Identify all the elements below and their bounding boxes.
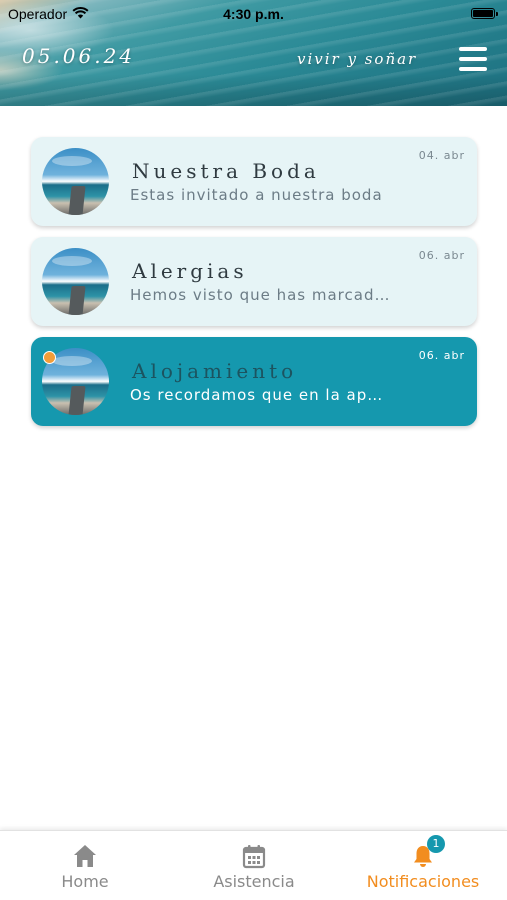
status-bar: Operador 4:30 p.m. [0,0,507,28]
battery-icon [471,8,498,19]
home-icon [72,843,98,869]
header-tagline: vivir y soñar [297,50,418,68]
tab-notificaciones[interactable]: 1 Notificaciones [358,831,488,900]
tab-notificaciones-label: Notificaciones [366,872,480,891]
notification-card[interactable]: Alergias Hemos visto que has marcad… 06.… [31,237,477,326]
notification-title: Nuestra Boda [132,159,320,183]
tab-bar: Home Asistencia 1 Notificaciones [0,830,507,900]
notification-title: Alojamiento [132,359,298,383]
notification-card[interactable]: Nuestra Boda Estas invitado a nuestra bo… [31,137,477,226]
notification-date: 06. abr [418,249,465,262]
notification-thumbnail [42,148,109,215]
tab-asistencia[interactable]: Asistencia [196,831,312,900]
notification-thumbnail [42,248,109,315]
notification-message: Estas invitado a nuestra boda [130,186,383,204]
header-banner: Operador 4:30 p.m. 05.06.24 vivir y soña… [0,0,507,106]
notification-badge: 1 [427,835,445,853]
status-time: 4:30 p.m. [223,6,284,22]
bell-icon: 1 [410,835,445,869]
tab-home-label: Home [61,872,109,891]
notification-list: Nuestra Boda Estas invitado a nuestra bo… [31,137,477,437]
tab-home[interactable]: Home [42,831,128,900]
tab-asistencia-label: Asistencia [213,872,295,891]
calendar-icon [241,843,267,869]
notification-message: Hemos visto que has marcad… [130,286,391,304]
notification-title: Alergias [132,259,248,283]
notification-message: Os recordamos que en la ap… [130,386,384,404]
notification-date: 04. abr [418,149,465,162]
notification-card-unread[interactable]: Alojamiento Os recordamos que en la ap… … [31,337,477,426]
notification-date: 06. abr [418,349,465,362]
menu-icon[interactable] [458,45,488,73]
wedding-date: 05.06.24 [22,44,136,68]
unread-dot [43,351,56,364]
